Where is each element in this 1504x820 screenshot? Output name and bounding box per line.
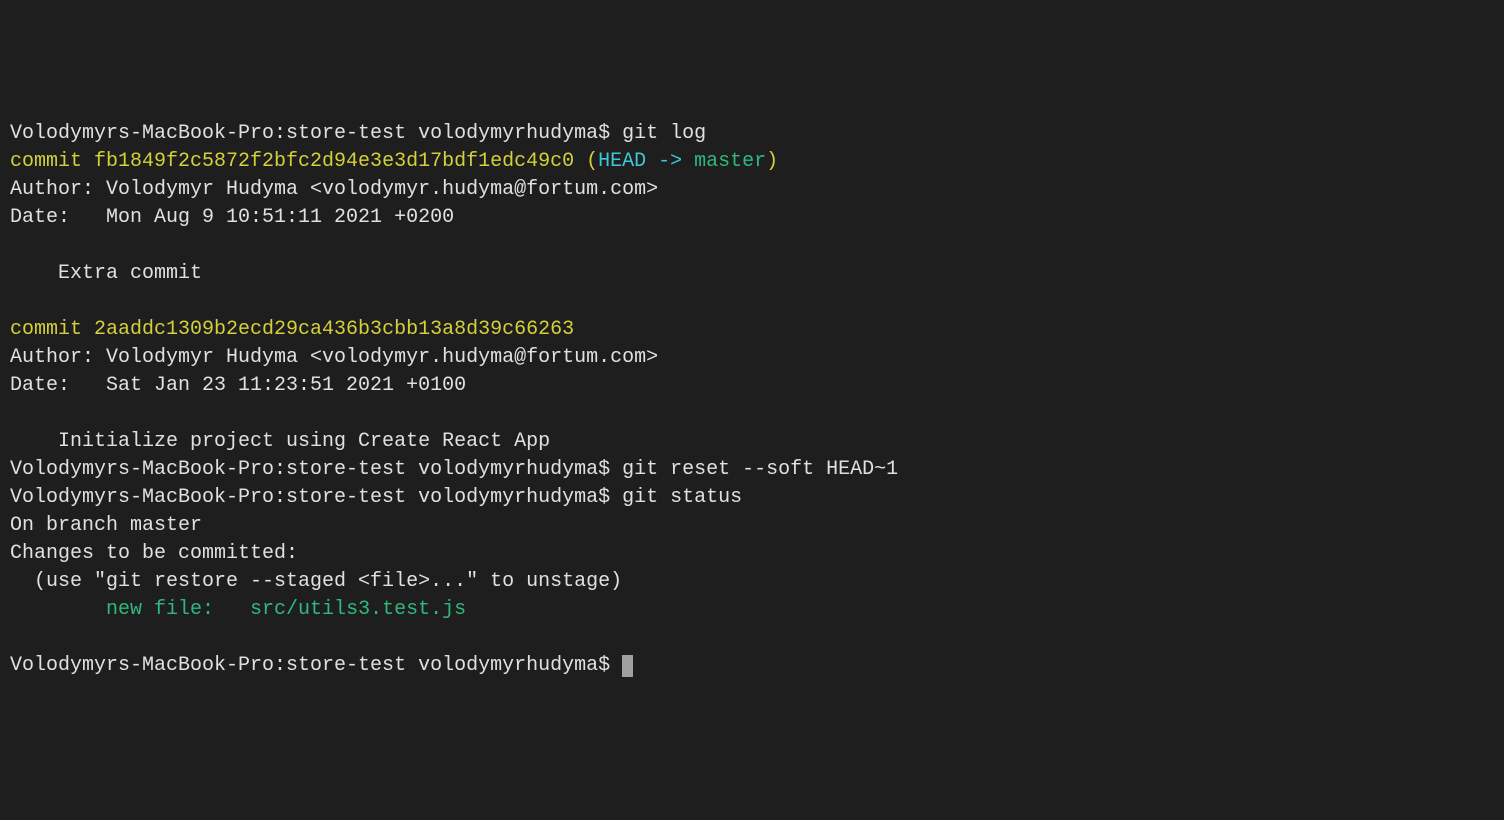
commit-message: Extra commit (10, 262, 202, 285)
command-git-reset: git reset --soft HEAD~1 (622, 458, 898, 481)
commit-prefix: commit (10, 150, 94, 173)
commit-line: commit fb1849f2c5872f2bfc2d94e3e3d17bdf1… (10, 150, 778, 173)
command-git-status: git status (622, 486, 742, 509)
prompt-line: Volodymyrs-MacBook-Pro:store-test volody… (10, 458, 898, 481)
ref-close: ) (766, 150, 778, 173)
head-arrow: HEAD -> (598, 150, 694, 173)
cursor[interactable] (622, 655, 633, 677)
prompt-line: Volodymyrs-MacBook-Pro:store-test volody… (10, 486, 742, 509)
commit-line: commit 2aaddc1309b2ecd29ca436b3cbb13a8d3… (10, 318, 574, 341)
new-file-path: src/utils3.test.js (250, 598, 466, 621)
status-hint: (use "git restore --staged <file>..." to… (10, 570, 622, 593)
prompt: Volodymyrs-MacBook-Pro:store-test volody… (10, 122, 622, 145)
terminal-output[interactable]: Volodymyrs-MacBook-Pro:store-test volody… (10, 120, 1494, 680)
prompt-line: Volodymyrs-MacBook-Pro:store-test volody… (10, 122, 706, 145)
status-changes-header: Changes to be committed: (10, 542, 298, 565)
status-new-file: new file: src/utils3.test.js (10, 598, 466, 621)
prompt-line: Volodymyrs-MacBook-Pro:store-test volody… (10, 654, 633, 677)
status-branch: On branch master (10, 514, 202, 537)
date-line: Date: Sat Jan 23 11:23:51 2021 +0100 (10, 374, 466, 397)
commit-hash: 2aaddc1309b2ecd29ca436b3cbb13a8d39c66263 (94, 318, 574, 341)
author-line: Author: Volodymyr Hudyma <volodymyr.hudy… (10, 346, 658, 369)
author-line: Author: Volodymyr Hudyma <volodymyr.hudy… (10, 178, 658, 201)
date-line: Date: Mon Aug 9 10:51:11 2021 +0200 (10, 206, 454, 229)
branch-name: master (694, 150, 766, 173)
commit-prefix: commit (10, 318, 94, 341)
new-file-label: new file: (10, 598, 250, 621)
commit-hash: fb1849f2c5872f2bfc2d94e3e3d17bdf1edc49c0 (94, 150, 574, 173)
prompt: Volodymyrs-MacBook-Pro:store-test volody… (10, 654, 622, 677)
prompt: Volodymyrs-MacBook-Pro:store-test volody… (10, 486, 622, 509)
ref-open: ( (574, 150, 598, 173)
commit-message: Initialize project using Create React Ap… (10, 430, 550, 453)
command-git-log: git log (622, 122, 706, 145)
prompt: Volodymyrs-MacBook-Pro:store-test volody… (10, 458, 622, 481)
